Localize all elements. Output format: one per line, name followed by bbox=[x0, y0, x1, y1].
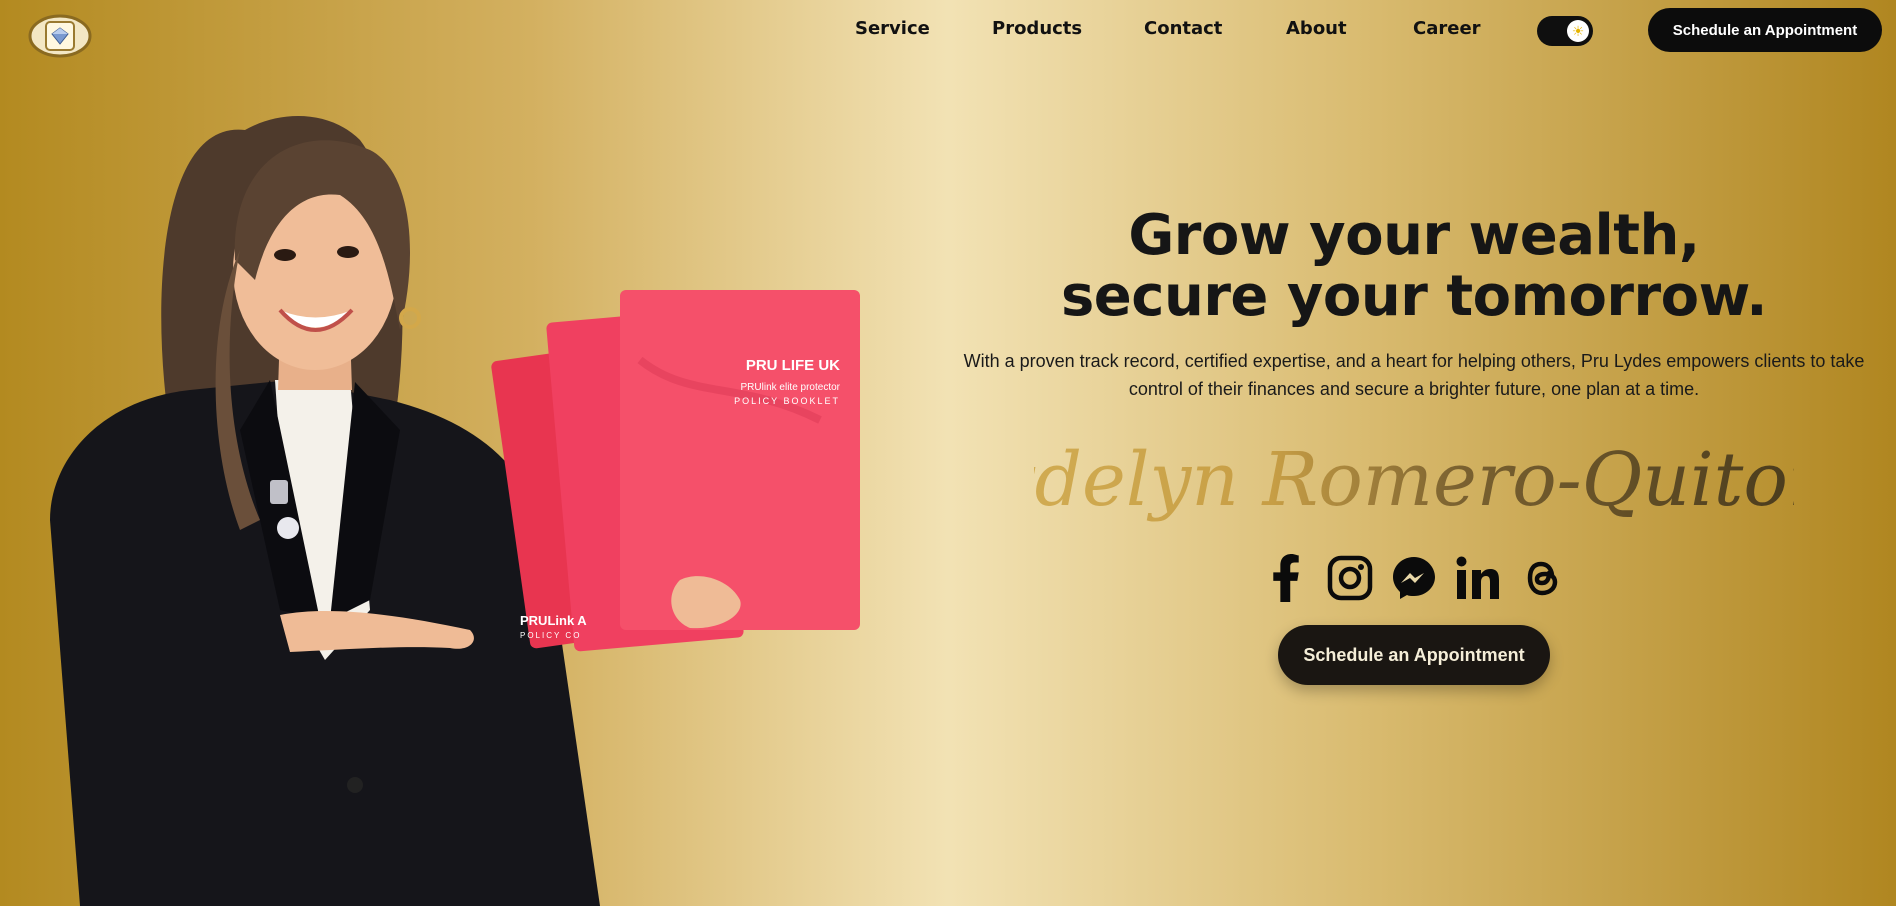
sun-icon: ☀ bbox=[1567, 20, 1589, 42]
hero-section: Grow your wealth, secure your tomorrow. … bbox=[952, 205, 1876, 685]
top-nav: Service Products Contact About Career ☀ … bbox=[0, 0, 1896, 60]
headline-line-2: secure your tomorrow. bbox=[1060, 264, 1768, 329]
hero-subtext: With a proven track record, certified ex… bbox=[963, 351, 1865, 399]
signature-text: Lydelyn Romero-Quitong bbox=[1034, 437, 1794, 523]
nav-products[interactable]: Products bbox=[992, 18, 1082, 39]
messenger-icon[interactable] bbox=[1389, 553, 1439, 603]
booklet-subtitle-text: POLICY BOOKLET bbox=[734, 396, 840, 406]
linkedin-icon[interactable] bbox=[1453, 553, 1503, 603]
booklet-product-text: PRUlink elite protector bbox=[741, 382, 841, 393]
signature: Lydelyn Romero-Quitong bbox=[1034, 437, 1794, 523]
booklet-brand-text: PRU LIFE UK bbox=[746, 357, 840, 374]
nav-career[interactable]: Career bbox=[1413, 18, 1481, 39]
signature-first: Lydelyn bbox=[1034, 437, 1239, 523]
instagram-icon[interactable] bbox=[1325, 553, 1375, 603]
facebook-icon[interactable] bbox=[1261, 553, 1311, 603]
hero-headline: Grow your wealth, secure your tomorrow. bbox=[952, 205, 1876, 327]
booklet-side-sub: POLICY CO bbox=[520, 631, 581, 640]
schedule-appointment-button-top[interactable]: Schedule an Appointment bbox=[1648, 8, 1882, 52]
nav-service[interactable]: Service bbox=[855, 18, 930, 39]
nav-contact[interactable]: Contact bbox=[1144, 18, 1222, 39]
nav-about[interactable]: About bbox=[1286, 18, 1347, 39]
schedule-appointment-button-hero[interactable]: Schedule an Appointment bbox=[1278, 625, 1550, 685]
signature-rest: Romero-Quitong bbox=[1261, 437, 1795, 523]
booklet-side-label: PRULink A bbox=[520, 613, 587, 628]
headline-line-1: Grow your wealth, bbox=[1128, 203, 1700, 268]
hero-portrait-image: PRU LIFE UK PRUlink elite protector POLI… bbox=[50, 116, 860, 906]
threads-icon[interactable] bbox=[1517, 553, 1567, 603]
social-links bbox=[952, 553, 1876, 603]
theme-toggle[interactable]: ☀ bbox=[1537, 16, 1593, 46]
